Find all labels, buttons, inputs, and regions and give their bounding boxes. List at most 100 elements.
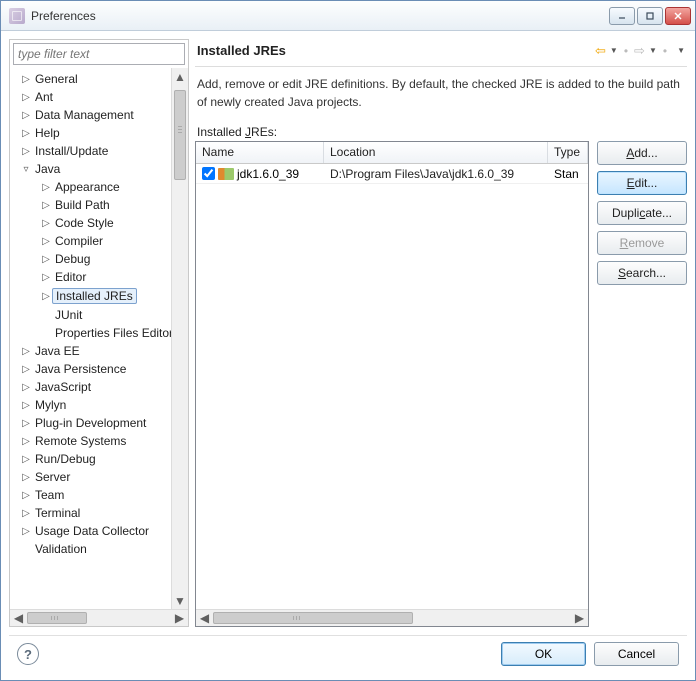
tree-item[interactable]: ▷Data Management <box>10 106 188 124</box>
expand-icon[interactable]: ▷ <box>40 291 52 302</box>
expand-icon[interactable]: ▷ <box>20 74 32 85</box>
tree-item-label: Run/Debug <box>32 452 99 466</box>
tree-item-label: Server <box>32 470 73 484</box>
cancel-button[interactable]: Cancel <box>594 642 679 666</box>
dialog-footer: ? OK Cancel <box>9 635 687 672</box>
tree-item[interactable]: ▷Run/Debug <box>10 450 188 468</box>
scrollbar-thumb[interactable] <box>174 90 186 180</box>
forward-arrow-icon[interactable]: ⇨ <box>634 44 645 57</box>
tree-item[interactable]: JUnit <box>10 306 188 324</box>
tree-item[interactable]: ▷Compiler <box>10 232 188 250</box>
scrollbar-thumb[interactable] <box>213 612 413 624</box>
close-button[interactable] <box>665 7 691 25</box>
tree-item-label: Java EE <box>32 344 83 358</box>
minimize-button[interactable] <box>609 7 635 25</box>
expand-icon[interactable]: ▷ <box>20 508 32 519</box>
scrollbar-thumb[interactable] <box>27 612 87 624</box>
expand-icon[interactable]: ▷ <box>40 182 52 193</box>
tree-item[interactable]: ▷General <box>10 70 188 88</box>
jre-location: D:\Program Files\Java\jdk1.6.0_39 <box>324 167 548 181</box>
expand-icon[interactable]: ▷ <box>40 218 52 229</box>
tree-item[interactable]: ▷Build Path <box>10 196 188 214</box>
edit-button[interactable]: Edit... <box>597 171 687 195</box>
tree-item[interactable]: ▷Ant <box>10 88 188 106</box>
help-icon[interactable]: ? <box>17 643 39 665</box>
tree-horizontal-scrollbar[interactable]: ◀ ▶ <box>10 609 188 626</box>
expand-icon[interactable]: ▷ <box>20 526 32 537</box>
expand-icon[interactable]: ▷ <box>20 128 32 139</box>
tree-item[interactable]: ▷Debug <box>10 250 188 268</box>
expand-icon[interactable]: ▷ <box>20 110 32 121</box>
category-tree[interactable]: ▷General▷Ant▷Data Management▷Help▷Instal… <box>10 68 188 609</box>
tree-item-label: Debug <box>52 252 93 266</box>
table-horizontal-scrollbar[interactable]: ◀ ▶ <box>196 609 588 626</box>
tree-item[interactable]: ▷Java EE <box>10 342 188 360</box>
tree-item[interactable]: ▷Plug-in Development <box>10 414 188 432</box>
expand-icon[interactable]: ▷ <box>20 472 32 483</box>
tree-item[interactable]: ▷Terminal <box>10 504 188 522</box>
remove-button[interactable]: Remove <box>597 231 687 255</box>
tree-item[interactable]: Properties Files Editor <box>10 324 188 342</box>
expand-icon[interactable]: ▷ <box>20 418 32 429</box>
tree-item-label: Editor <box>52 270 89 284</box>
filter-input[interactable] <box>13 43 185 65</box>
tree-item-label: Build Path <box>52 198 113 212</box>
tree-item[interactable]: ▷Editor <box>10 268 188 286</box>
back-dropdown-icon[interactable]: ▼ <box>610 46 618 55</box>
section-title: Installed JREs <box>197 43 595 58</box>
column-location[interactable]: Location <box>324 142 548 163</box>
back-arrow-icon[interactable]: ⇦ <box>595 44 606 57</box>
tree-item-label: Mylyn <box>32 398 69 412</box>
tree-item[interactable]: ▷Java Persistence <box>10 360 188 378</box>
table-row[interactable]: jdk1.6.0_39D:\Program Files\Java\jdk1.6.… <box>196 164 588 184</box>
tree-item-label: Compiler <box>52 234 106 248</box>
maximize-button[interactable] <box>637 7 663 25</box>
window-title: Preferences <box>31 9 609 23</box>
expand-icon[interactable]: ▷ <box>20 490 32 501</box>
expand-icon[interactable]: ▷ <box>40 236 52 247</box>
expand-icon[interactable]: ▷ <box>40 272 52 283</box>
tree-item-label: Appearance <box>52 180 123 194</box>
expand-icon[interactable]: ▷ <box>20 454 32 465</box>
tree-item[interactable]: ▷JavaScript <box>10 378 188 396</box>
tree-item[interactable]: ▷Code Style <box>10 214 188 232</box>
jre-table: Name Location Type jdk1.6.0_39D:\Program… <box>195 141 589 627</box>
expand-icon[interactable]: ▷ <box>20 400 32 411</box>
tree-item-label: General <box>32 72 81 86</box>
tree-item[interactable]: ▷Help <box>10 124 188 142</box>
search-button[interactable]: Search... <box>597 261 687 285</box>
tree-item-label: Java Persistence <box>32 362 129 376</box>
add-button[interactable]: Add... <box>597 141 687 165</box>
expand-icon[interactable]: ▷ <box>20 382 32 393</box>
expand-icon[interactable]: ▿ <box>20 164 32 175</box>
expand-icon[interactable]: ▷ <box>20 346 32 357</box>
view-menu-icon[interactable]: ▼ <box>677 46 685 55</box>
tree-item[interactable]: ▷Mylyn <box>10 396 188 414</box>
ok-button[interactable]: OK <box>501 642 586 666</box>
tree-item[interactable]: ▷Team <box>10 486 188 504</box>
tree-item[interactable]: ▷Install/Update <box>10 142 188 160</box>
expand-icon[interactable]: ▷ <box>20 364 32 375</box>
column-name[interactable]: Name <box>196 142 324 163</box>
expand-icon[interactable]: ▷ <box>40 254 52 265</box>
expand-icon[interactable]: ▷ <box>20 92 32 103</box>
expand-icon[interactable]: ▷ <box>20 146 32 157</box>
expand-icon[interactable]: ▷ <box>20 436 32 447</box>
app-icon <box>9 8 25 24</box>
tree-item[interactable]: ▷Appearance <box>10 178 188 196</box>
tree-item[interactable]: ▿Java <box>10 160 188 178</box>
tree-item[interactable]: ▷Installed JREs <box>10 286 188 306</box>
jre-checkbox[interactable] <box>202 167 215 180</box>
tree-item[interactable]: Validation <box>10 540 188 558</box>
expand-icon[interactable]: ▷ <box>40 200 52 211</box>
tree-vertical-scrollbar[interactable]: ▲ ▼ <box>171 68 188 609</box>
navigation-arrows: ⇦▼ • ⇨▼ • ▼ <box>595 44 685 58</box>
tree-item[interactable]: ▷Server <box>10 468 188 486</box>
forward-dropdown-icon[interactable]: ▼ <box>649 46 657 55</box>
column-type[interactable]: Type <box>548 142 588 163</box>
dialog-body: ▷General▷Ant▷Data Management▷Help▷Instal… <box>1 31 695 680</box>
duplicate-button[interactable]: Duplicate... <box>597 201 687 225</box>
tree-item[interactable]: ▷Remote Systems <box>10 432 188 450</box>
settings-pane: Installed JREs ⇦▼ • ⇨▼ • ▼ Add, remove o… <box>195 39 687 627</box>
tree-item[interactable]: ▷Usage Data Collector <box>10 522 188 540</box>
